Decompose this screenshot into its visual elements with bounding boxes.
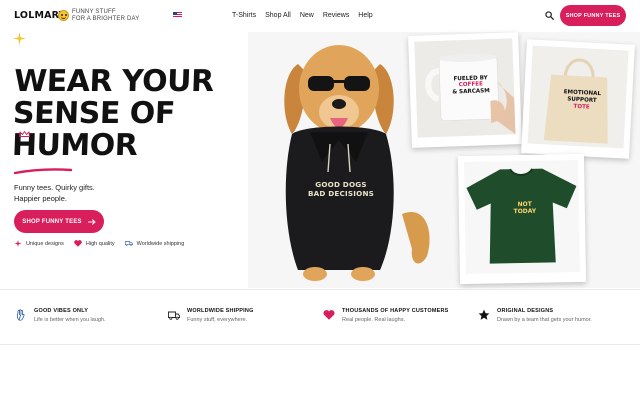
heart-icon [323,310,335,320]
green-tee-image [466,168,577,264]
perk-label: Unique designs [26,240,64,247]
truck-icon [168,311,180,320]
heart-small-icon [74,240,82,247]
tee-print-line-2: TODAY [513,207,537,216]
perk-label: High quality [85,240,115,247]
hoodie-print: GOOD DOGS BAD DECISIONS [303,180,379,198]
feature-title: THOUSANDS OF HAPPY CUSTOMERS [342,308,449,314]
feature-original-designs: ORIGINAL DESIGNS Drawn by a team that ge… [478,308,592,323]
feature-title: GOOD VIBES ONLY [34,308,89,314]
tote-photo: EMOTIONAL SUPPORT TOTE [521,39,635,159]
feature-desc: Funny stuff, everywhere. [187,317,248,323]
tagline-line-1: FUNNY STUFF [72,9,116,15]
perk-unique-designs: Unique designs [14,240,64,247]
mug-print: FUELED BY COFFEE & SARCASM [448,75,495,96]
nav-link-t-shirts[interactable]: T-Shirts [232,12,256,19]
hero-title-line-1: WEAR YOUR [13,64,215,99]
hero-title-line-3: HUMOR [11,128,138,163]
nav-link-new[interactable]: New [300,12,314,19]
hero-subtext: Funny tees. Quirky gifts. Happier people… [14,182,95,204]
tote-print: EMOTIONAL SUPPORT TOTE [559,89,604,112]
hero-subtext-line-2: Happier people. [14,194,67,203]
tee-print: NOT TODAY [509,201,541,216]
smiley-icon [58,10,69,21]
sparkle-icon [13,32,26,45]
hoodie-print-line-2: BAD DECISIONS [307,189,375,198]
feature-title: WORLDWIDE SHIPPING [187,308,254,314]
nav-link-shop-all[interactable]: Shop All [265,12,291,19]
sparkle-small-icon [14,240,22,247]
flag-icon[interactable] [173,12,182,18]
feature-title: ORIGINAL DESIGNS [497,308,554,314]
feature-good-vibes: GOOD VIBES ONLY Life is better when you … [15,308,106,323]
feature-worldwide-shipping: WORLDWIDE SHIPPING Funny stuff, everywhe… [168,308,254,323]
nav-link-help[interactable]: Help [358,12,372,19]
shop-funny-tees-header-button[interactable]: SHOP FUNNY TEES [560,5,626,26]
mug-photo: FUELED BY COFFEE & SARCASM [408,32,522,148]
perk-label: Worldwide shipping [136,240,185,247]
crown-icon [19,131,30,137]
nav-link-reviews[interactable]: Reviews [323,12,349,19]
features-strip: GOOD VIBES ONLY Life is better when you … [0,289,640,345]
tee-photo: NOT TODAY [457,153,587,285]
search-icon[interactable] [545,11,554,20]
tagline: FUNNY STUFF FOR A BRIGHTER DAY [72,9,140,23]
underline-swoosh [14,168,72,175]
feature-desc: Life is better when you laugh. [34,317,106,323]
arrow-right-icon [87,218,96,225]
shop-funny-tees-hero-button[interactable]: SHOP FUNNY TEES [14,210,104,233]
hero-button-label: SHOP FUNNY TEES [22,218,82,225]
hero-title: WEAR YOUR SENSE OF HUMOR [11,64,215,163]
hero-subtext-line-1: Funny tees. Quirky gifts. [14,183,95,192]
tagline-line-2: FOR A BRIGHTER DAY [72,16,140,22]
perks-row: Unique designs High quality Worldwide sh… [14,240,184,247]
feature-happy-customers: THOUSANDS OF HAPPY CUSTOMERS Real people… [323,308,449,323]
feature-desc: Drawn by a team that gets your humor. [497,317,592,323]
site-header: LOLMART FUNNY STUFF FOR A BRIGHTER DAY T… [0,0,640,32]
star-icon [478,309,490,320]
feature-desc: Real people. Real laughs. [342,317,405,323]
hero-title-line-2: SENSE OF [12,96,176,131]
truck-small-icon [124,241,133,246]
perk-worldwide-shipping: Worldwide shipping [124,240,185,247]
hoodie-print-line-1: GOOD DOGS [315,180,367,189]
perk-high-quality: High quality [74,240,115,247]
main-nav: T-Shirts Shop All New Reviews Help [232,12,373,19]
hand-wave-icon [16,309,25,321]
